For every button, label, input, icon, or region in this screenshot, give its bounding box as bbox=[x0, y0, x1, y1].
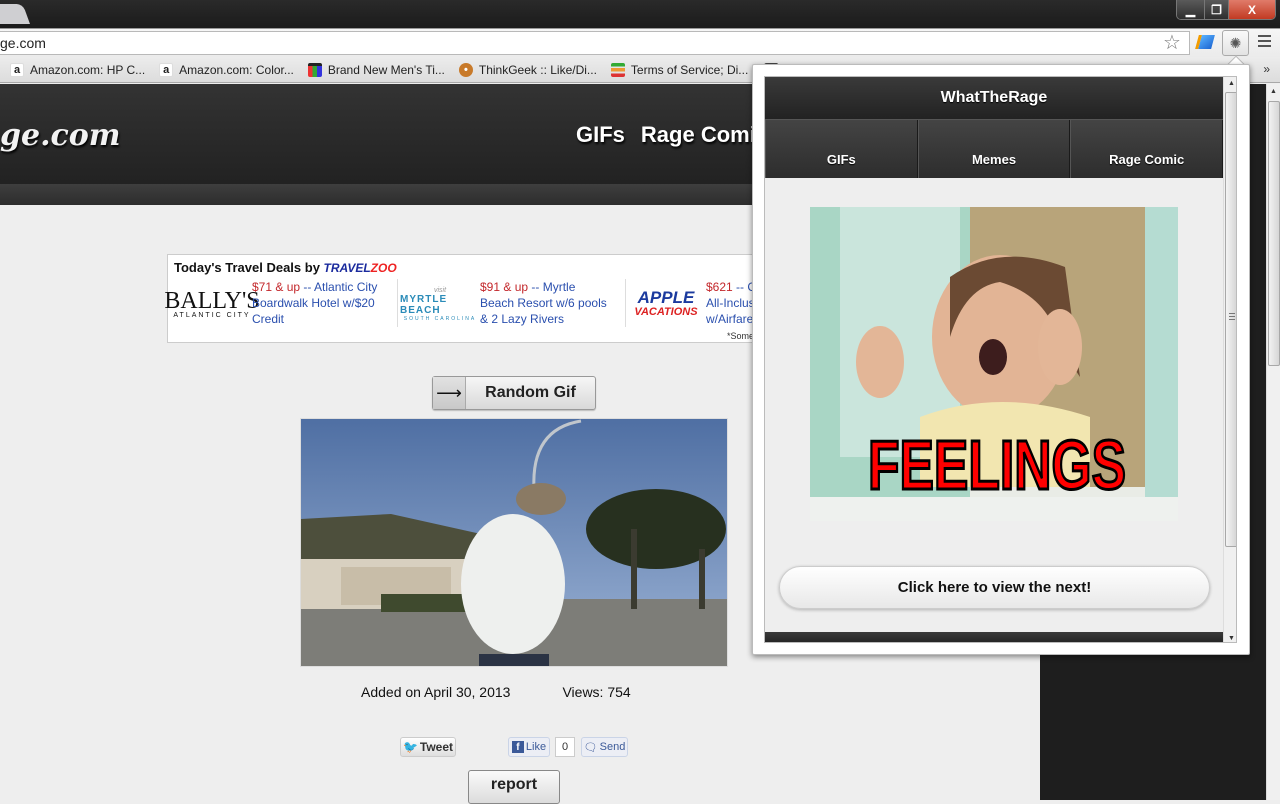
bookmark-label: Brand New Men's Ti... bbox=[327, 62, 445, 77]
travelzoo-logo[interactable]: TRAVELZOO bbox=[324, 261, 397, 275]
browser-tab[interactable] bbox=[0, 4, 30, 24]
ad-deal[interactable]: BALLY'S ATLANTIC CITY $71 & up -- Atlant… bbox=[164, 279, 382, 329]
bookmark-label: Amazon.com: Color... bbox=[179, 62, 294, 77]
bookmark-label: Terms of Service; Di... bbox=[630, 62, 749, 77]
scrollbar-thumb[interactable] bbox=[1225, 92, 1236, 547]
facebook-send-button[interactable]: 🗨 Send bbox=[581, 737, 628, 757]
popup-tab-memes[interactable]: Memes bbox=[917, 120, 1071, 178]
popup-scrollbar[interactable]: ▲ ▼ bbox=[1223, 77, 1236, 642]
scroll-up-arrow-icon[interactable]: ▲ bbox=[1267, 84, 1280, 95]
send-bubble-icon: 🗨 bbox=[583, 741, 598, 754]
like-count: 0 bbox=[555, 737, 575, 757]
bookmark-label: Amazon.com: HP C... bbox=[30, 62, 146, 77]
view-count: Views: 754 bbox=[562, 684, 631, 700]
extension-popup: WhatTheRage GIFs Memes Rage Comic FEELIN… bbox=[752, 64, 1250, 655]
maximize-button[interactable]: ❐ bbox=[1204, 0, 1228, 19]
site-logo[interactable]: ge.com bbox=[0, 118, 121, 153]
chrome-menu-icon[interactable] bbox=[1258, 35, 1271, 50]
popup-footer bbox=[765, 632, 1223, 642]
nav-gifs[interactable]: GIFs bbox=[576, 122, 625, 148]
deal-text[interactable]: $71 & up -- Atlantic City Boardwalk Hote… bbox=[252, 279, 382, 329]
amazon-icon: a bbox=[10, 62, 24, 77]
stripes-icon bbox=[610, 62, 625, 77]
whattherage-extension-icon[interactable]: ✺ bbox=[1222, 30, 1249, 56]
page-scrollbar[interactable]: ▲ bbox=[1266, 84, 1280, 800]
bookmarks-overflow-chevron[interactable]: » bbox=[1263, 62, 1270, 76]
scroll-up-arrow-icon[interactable]: ▲ bbox=[1224, 80, 1236, 87]
site-nav: GIFs Rage Comi bbox=[576, 122, 756, 148]
meme-scene: FEELINGS bbox=[810, 207, 1178, 521]
popup-tab-gifs[interactable]: GIFs bbox=[765, 120, 918, 178]
scroll-down-arrow-icon[interactable]: ▼ bbox=[1224, 635, 1236, 642]
report-button[interactable]: report bbox=[468, 770, 560, 804]
minimize-button[interactable]: ▁ bbox=[1177, 0, 1204, 19]
travel-deals-ad: Today's Travel Deals by TRAVELZOO BALLY'… bbox=[164, 254, 767, 343]
bookmark-item[interactable]: a Amazon.com: HP C... bbox=[10, 62, 146, 77]
meme-image[interactable]: FEELINGS bbox=[810, 207, 1178, 521]
bookmark-star-icon[interactable]: ☆ bbox=[1163, 30, 1181, 55]
amazon-icon: a bbox=[159, 62, 174, 77]
ad-deal[interactable]: APPLE VACATIONS $621 -- C All-Inclus w/A… bbox=[626, 279, 766, 329]
ad-deal[interactable]: visit MYRTLE BEACH SOUTH CAROLINA $91 & … bbox=[400, 279, 610, 329]
bookmark-label: ThinkGeek :: Like/Di... bbox=[478, 62, 597, 77]
scrollbar-thumb[interactable] bbox=[1268, 101, 1280, 366]
twitter-bird-icon: 🐦 bbox=[402, 740, 418, 754]
gif-meta: Added on April 30, 2013 Views: 754 bbox=[361, 684, 631, 700]
popup-content: WhatTheRage GIFs Memes Rage Comic FEELIN… bbox=[764, 76, 1237, 643]
facebook-icon: f bbox=[511, 741, 524, 753]
popup-tab-rage-comic[interactable]: Rage Comic bbox=[1070, 120, 1224, 178]
gif-image[interactable] bbox=[300, 418, 728, 667]
bookmark-item[interactable]: a Amazon.com: Color... bbox=[159, 62, 294, 77]
ballys-logo: BALLY'S ATLANTIC CITY bbox=[164, 287, 260, 319]
deal-divider bbox=[397, 279, 398, 327]
bookmark-item[interactable]: Terms of Service; Di... bbox=[610, 62, 749, 77]
myrtle-beach-logo: visit MYRTLE BEACH SOUTH CAROLINA bbox=[400, 286, 477, 322]
address-bar[interactable]: ge.com bbox=[0, 31, 1190, 55]
gif-scene bbox=[301, 419, 727, 666]
bookmark-item[interactable]: Brand New Men's Ti... bbox=[307, 62, 445, 77]
extension-blue-icon[interactable] bbox=[1195, 35, 1215, 49]
apple-vacations-logo: APPLE VACATIONS bbox=[634, 288, 698, 318]
window-controls: ▁ ❐ X bbox=[1176, 0, 1276, 20]
shopping-bag-icon bbox=[307, 62, 322, 77]
nav-rage-comics[interactable]: Rage Comi bbox=[641, 122, 756, 148]
tweet-button[interactable]: 🐦 Tweet bbox=[400, 737, 456, 757]
popup-title: WhatTheRage bbox=[765, 77, 1223, 120]
meme-caption: FEELINGS bbox=[868, 426, 1126, 504]
browser-title-bar: ▁ ❐ X bbox=[0, 0, 1280, 28]
popup-tabs: GIFs Memes Rage Comic bbox=[765, 120, 1224, 178]
thinkgeek-monkey-icon: • bbox=[458, 62, 473, 77]
grip-icon bbox=[1229, 313, 1235, 322]
deal-text[interactable]: $91 & up -- Myrtle Beach Resort w/6 pool… bbox=[480, 279, 610, 329]
arrow-right-icon: ⟶ bbox=[433, 377, 466, 409]
ad-disclaimer: *Some bbox=[726, 331, 754, 341]
close-button[interactable]: X bbox=[1228, 0, 1275, 19]
added-date: Added on April 30, 2013 bbox=[361, 684, 511, 700]
ad-title: Today's Travel Deals by TRAVELZOO bbox=[174, 260, 397, 275]
facebook-like-button[interactable]: f Like bbox=[508, 737, 550, 757]
browser-toolbar: ge.com ☆ ✺ bbox=[0, 28, 1280, 57]
view-next-button[interactable]: Click here to view the next! bbox=[779, 566, 1210, 609]
random-gif-label: Random Gif bbox=[485, 384, 576, 401]
bookmark-item[interactable]: • ThinkGeek :: Like/Di... bbox=[458, 62, 597, 77]
random-gif-button[interactable]: ⟶ Random Gif bbox=[432, 376, 596, 410]
